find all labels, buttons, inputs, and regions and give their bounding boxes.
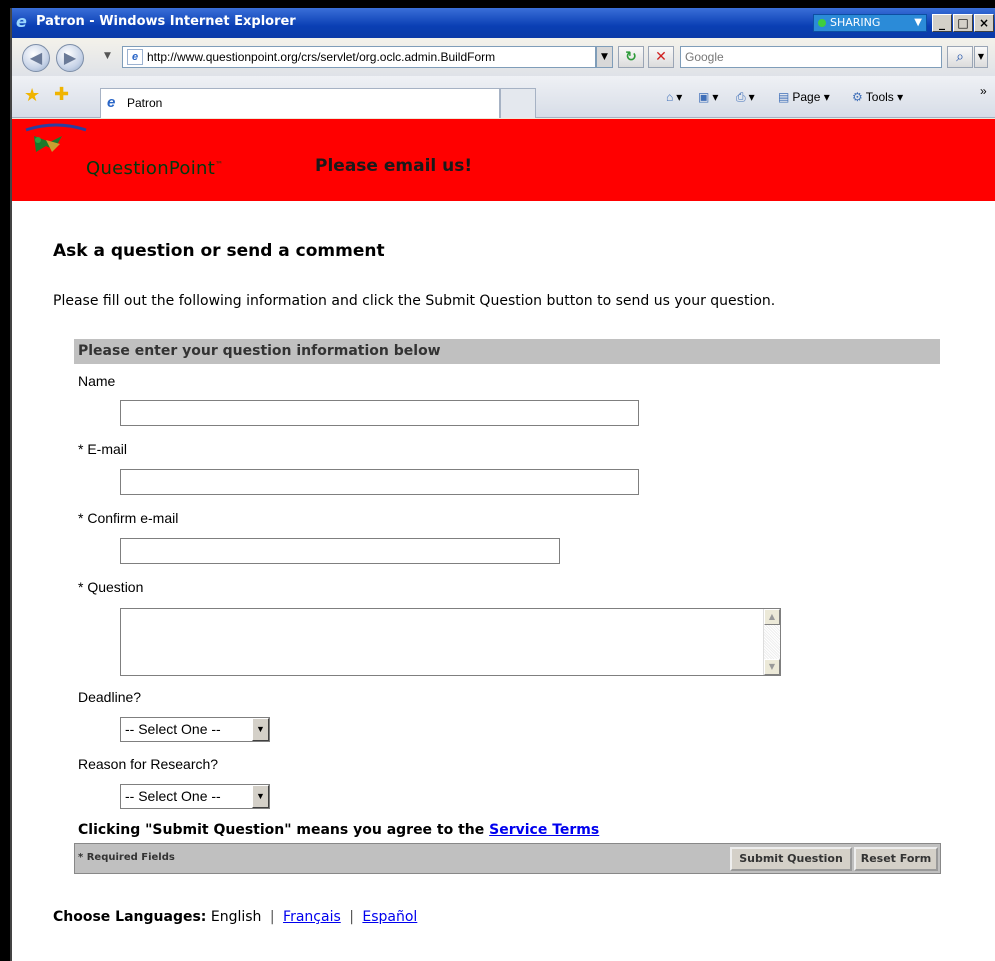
- language-spanish-link[interactable]: Español: [362, 909, 417, 925]
- stop-button[interactable]: ✕: [648, 46, 674, 68]
- back-button[interactable]: ◀: [22, 44, 50, 72]
- new-tab-button[interactable]: [500, 88, 536, 118]
- languages-label: Choose Languages:: [53, 909, 207, 925]
- page-icon: e: [127, 49, 143, 65]
- language-chooser: Choose Languages: English | Français | E…: [53, 909, 417, 925]
- search-input[interactable]: Google: [680, 46, 942, 68]
- page-menu[interactable]: ▤ Page ▾: [778, 90, 830, 104]
- add-favorites-icon[interactable]: ✚: [54, 84, 69, 105]
- language-separator: |: [349, 909, 354, 925]
- browser-window: e Patron - Windows Internet Explorer SHA…: [10, 8, 995, 961]
- refresh-button[interactable]: ↻: [618, 46, 644, 68]
- tab-patron[interactable]: e Patron: [100, 88, 500, 118]
- question-scrollbar[interactable]: ▲ ▼: [763, 609, 780, 675]
- feeds-icon: ▣: [698, 90, 710, 104]
- page-menu-label: Page: [792, 90, 821, 104]
- form-footer: * Required Fields Submit Question Reset …: [74, 843, 941, 874]
- questionpoint-logo-text: QuestionPoint™: [86, 158, 223, 179]
- address-url: http://www.questionpoint.org/crs/servlet…: [147, 50, 496, 64]
- ie-logo-icon: e: [16, 12, 27, 31]
- reason-selected-value: -- Select One --: [125, 788, 221, 804]
- ie-tab-icon: e: [107, 94, 116, 111]
- gear-icon: ⚙: [852, 90, 863, 104]
- intro-text: Please fill out the following informatio…: [53, 293, 776, 309]
- maximize-button[interactable]: □: [953, 14, 973, 32]
- question-textarea[interactable]: ▲ ▼: [120, 608, 781, 676]
- scroll-down-icon[interactable]: ▼: [764, 659, 780, 675]
- logo-trademark: ™: [215, 160, 224, 169]
- more-commands-chevron-icon[interactable]: »: [980, 84, 987, 98]
- name-field[interactable]: [120, 400, 639, 426]
- questionpoint-logo-icon: [25, 123, 87, 152]
- tab-label: Patron: [127, 96, 163, 110]
- terms-agreement: Clicking "Submit Question" means you agr…: [78, 822, 599, 838]
- address-bar[interactable]: e http://www.questionpoint.org/crs/servl…: [122, 46, 596, 68]
- site-banner: QuestionPoint™ Please email us!: [12, 119, 995, 201]
- navigation-bar: ◀ ▶ ▼ e http://www.questionpoint.org/crs…: [12, 38, 995, 76]
- agree-text: Clicking "Submit Question" means you agr…: [78, 822, 490, 838]
- reset-form-button[interactable]: Reset Form: [854, 847, 938, 871]
- sharing-label: SHARING: [830, 16, 881, 29]
- chevron-down-icon: ▼: [914, 17, 922, 28]
- page-menu-icon: ▤: [778, 90, 790, 104]
- favorites-star-icon[interactable]: ★: [24, 85, 40, 106]
- question-label: * Question: [78, 579, 144, 595]
- confirm-email-field[interactable]: [120, 538, 560, 564]
- print-button[interactable]: ⎙ ▾: [736, 90, 755, 105]
- print-icon: ⎙: [736, 90, 746, 104]
- deadline-selected-value: -- Select One --: [125, 721, 221, 737]
- service-terms-link[interactable]: Service Terms: [489, 822, 599, 838]
- banner-title: Please email us!: [315, 156, 473, 176]
- minimize-button[interactable]: _: [932, 14, 952, 32]
- email-field[interactable]: [120, 469, 639, 495]
- logo-name: QuestionPoint: [86, 158, 216, 179]
- sharing-indicator[interactable]: SHARING ▼: [813, 14, 927, 32]
- deadline-label: Deadline?: [78, 689, 142, 705]
- chevron-down-icon[interactable]: ▼: [252, 718, 269, 741]
- email-label: * E-mail: [78, 441, 128, 457]
- tools-menu-label: Tools: [865, 90, 894, 104]
- reason-label: Reason for Research?: [78, 756, 219, 772]
- required-fields-note: * Required Fields: [78, 852, 175, 863]
- search-icon[interactable]: ⌕: [947, 46, 973, 68]
- title-bar: e Patron - Windows Internet Explorer SHA…: [12, 8, 995, 38]
- language-separator: |: [269, 909, 275, 925]
- address-dropdown-button[interactable]: ▼: [596, 46, 613, 68]
- form-header: Please enter your question information b…: [74, 339, 940, 364]
- language-current: English: [210, 909, 262, 925]
- tab-bar: ★ ✚ e Patron ⌂ ▾ ▣ ▾ ⎙ ▾ ▤ Page ▾ ⚙ Tools ▾ »: [12, 76, 995, 118]
- forward-button[interactable]: ▶: [56, 44, 84, 72]
- home-button[interactable]: ⌂ ▾: [666, 90, 682, 104]
- window-title: Patron - Windows Internet Explorer: [36, 14, 296, 29]
- scroll-up-icon[interactable]: ▲: [764, 609, 780, 625]
- page-title: Ask a question or send a comment: [53, 241, 385, 261]
- confirm-email-label: * Confirm e-mail: [78, 510, 179, 526]
- recent-pages-dropdown-icon[interactable]: ▼: [104, 51, 111, 61]
- feeds-button[interactable]: ▣ ▾: [698, 90, 718, 104]
- home-icon: ⌂: [666, 90, 674, 104]
- deadline-select[interactable]: -- Select One -- ▼: [120, 717, 270, 742]
- submit-question-button[interactable]: Submit Question: [730, 847, 852, 871]
- page-content: QuestionPoint™ Please email us! Ask a qu…: [12, 119, 995, 961]
- close-button[interactable]: ×: [974, 14, 994, 32]
- search-options-dropdown[interactable]: ▼: [974, 46, 988, 68]
- name-label: Name: [78, 373, 116, 389]
- tools-menu[interactable]: ⚙ Tools ▾: [852, 90, 903, 104]
- chevron-down-icon[interactable]: ▼: [252, 785, 269, 808]
- reason-select[interactable]: -- Select One -- ▼: [120, 784, 270, 809]
- sharing-status-icon: [818, 19, 826, 27]
- language-french-link[interactable]: Français: [283, 909, 341, 925]
